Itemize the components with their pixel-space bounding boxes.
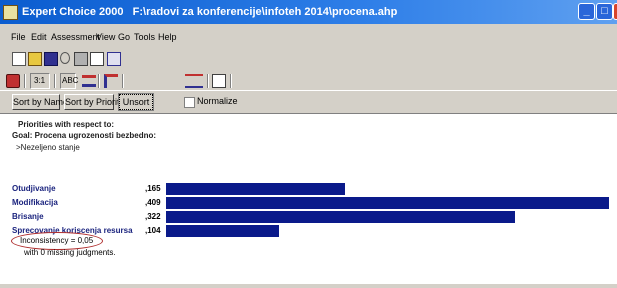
toolbar-separator: [54, 74, 56, 88]
minimize-button[interactable]: _: [578, 3, 595, 20]
priority-value: ,165: [145, 184, 161, 193]
priority-icon[interactable]: [6, 74, 20, 88]
maximize-button[interactable]: □: [596, 3, 613, 20]
priority-value: ,409: [145, 198, 161, 207]
sort-bar: Sort by Name Sort by Priority Unsort: [0, 90, 617, 114]
toolbar-separator: [24, 74, 26, 88]
goal-text: Goal: Procena ugrozenosti bezbedno:: [12, 131, 157, 140]
menu-go[interactable]: Go: [118, 32, 130, 42]
app-name: Expert Choice 2000: [22, 6, 124, 18]
verbal-label: ABC: [62, 76, 79, 85]
sort-by-priority-button[interactable]: Sort by Priority: [64, 94, 124, 110]
open-folder-icon[interactable]: [28, 52, 42, 66]
toolbar-separator: [98, 74, 100, 88]
toolbar-separator: [230, 74, 232, 88]
questionnaire-icon[interactable]: [104, 74, 118, 88]
sort-by-name-button[interactable]: Sort by Name: [12, 94, 68, 110]
close-button[interactable]: [613, 3, 617, 20]
priority-bar: [166, 197, 609, 209]
view-toolbar: 3:1 ABC: [0, 71, 617, 91]
toolbar-separator: [122, 74, 124, 88]
save-icon[interactable]: [44, 52, 58, 66]
app-icon: [3, 5, 18, 20]
inconsistency-text: Inconsistency = 0,05: [20, 236, 94, 245]
alternative-label: Otudjivanje: [12, 184, 56, 193]
menu-tools[interactable]: Tools: [134, 32, 155, 42]
alternative-label: Modifikacija: [12, 198, 58, 207]
toolbar-separator: [207, 74, 209, 88]
priority-bar: [166, 183, 345, 195]
numerical-button[interactable]: 3:1: [30, 73, 50, 89]
priorities-title: Priorities with respect to:: [18, 120, 115, 129]
verbal-button[interactable]: ABC: [60, 73, 79, 89]
alternative-label: Brisanje: [12, 212, 44, 221]
menu-assessment[interactable]: Assessment: [51, 32, 100, 42]
normalize-checkbox[interactable]: [184, 97, 195, 108]
window-title: Expert Choice 2000 F:\radovi za konferen…: [22, 6, 397, 18]
table-icon[interactable]: [212, 74, 226, 88]
parent-node: >Nezeljeno stanje: [16, 143, 80, 152]
missing-judgments-text: with 0 missing judgments.: [24, 248, 116, 257]
graphical-icon[interactable]: [82, 75, 96, 87]
unsort-button[interactable]: Unsort: [118, 93, 154, 111]
priority-bar: [166, 225, 279, 237]
priority-value: ,322: [145, 212, 161, 221]
print-icon[interactable]: [74, 52, 88, 66]
new-file-icon[interactable]: [12, 52, 26, 66]
sensitivity-icon[interactable]: [185, 74, 203, 88]
menu-help[interactable]: Help: [158, 32, 177, 42]
normalize-label: Normalize: [197, 96, 238, 106]
priority-value: ,104: [145, 226, 161, 235]
model-view-icon[interactable]: [107, 52, 121, 66]
menu-file[interactable]: File: [11, 32, 26, 42]
file-path: F:\radovi za konferencije\infoteh 2014\p…: [132, 6, 398, 18]
window-bottom-border: [0, 284, 617, 288]
attach-icon[interactable]: [60, 52, 70, 64]
title-bar[interactable]: Expert Choice 2000 F:\radovi za konferen…: [0, 0, 617, 24]
results-pane: Priorities with respect to: Goal: Procen…: [0, 113, 617, 285]
print-preview-icon[interactable]: [90, 52, 104, 66]
app-window: Expert Choice 2000 F:\radovi za konferen…: [0, 0, 617, 288]
numerical-label: 3:1: [34, 76, 46, 85]
menu-edit[interactable]: Edit: [31, 32, 47, 42]
priority-bar: [166, 211, 515, 223]
main-toolbar: [0, 49, 617, 69]
menu-view[interactable]: View: [96, 32, 115, 42]
